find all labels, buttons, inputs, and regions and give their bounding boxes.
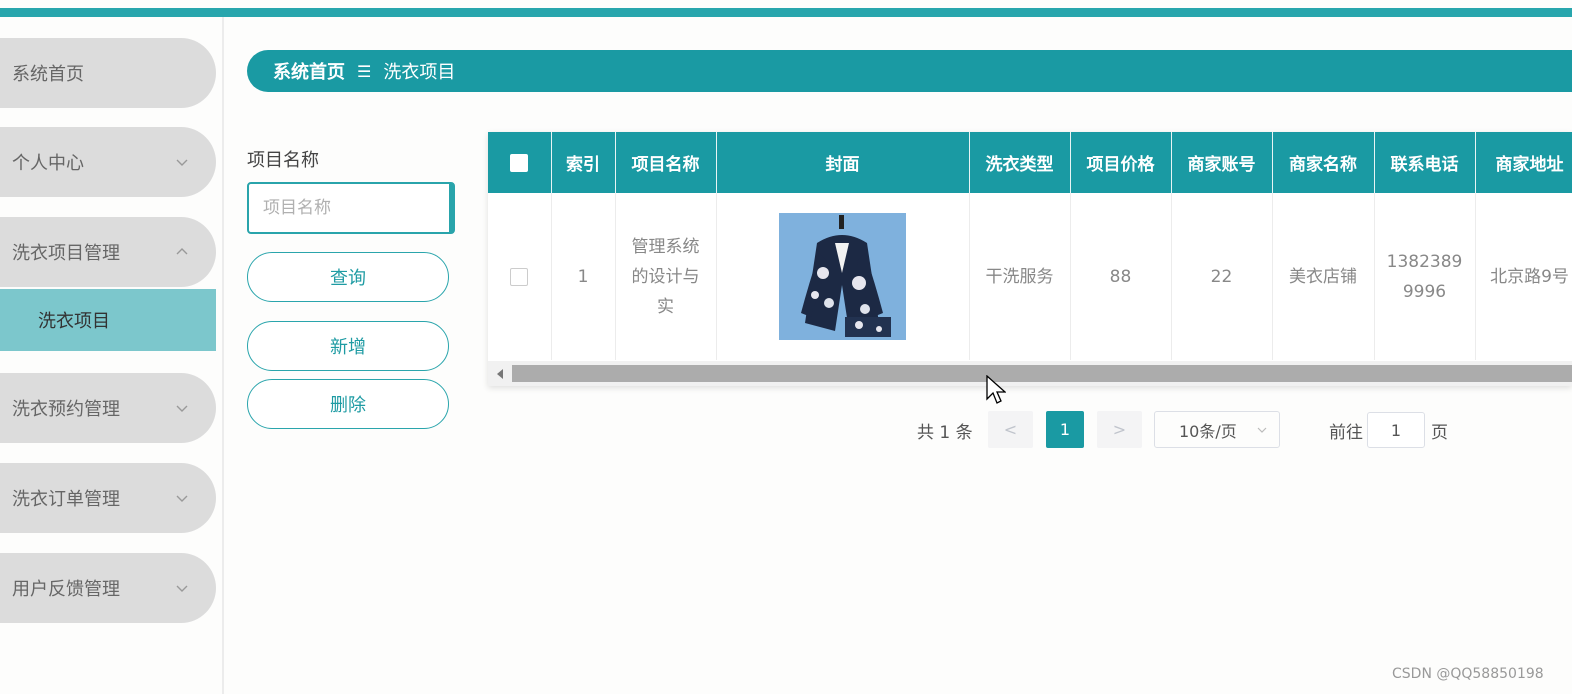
sidebar-item-label: 用户反馈管理 xyxy=(12,579,120,600)
chevron-down-icon xyxy=(1257,427,1267,433)
column-header-index: 索引 xyxy=(551,132,616,193)
suit-cover-image[interactable] xyxy=(779,213,906,340)
chevron-up-icon xyxy=(176,248,188,255)
table-horizontal-scrollbar[interactable] xyxy=(488,361,1572,386)
mouse-cursor-icon xyxy=(986,375,1006,404)
page-size-select[interactable]: 10条/页 xyxy=(1154,411,1280,448)
next-page-button[interactable]: > xyxy=(1097,411,1142,448)
data-table: 索引 项目名称 封面 洗衣类型 项目价格 商家账号 商家名称 联系电话 商家地址… xyxy=(488,132,1572,386)
cell-name: 管理系统的设计与实 xyxy=(615,193,717,360)
row-select-cell[interactable] xyxy=(488,193,552,360)
select-all-cell[interactable] xyxy=(488,132,552,193)
cell-address: 北京路9号 xyxy=(1475,193,1572,360)
cell-cover xyxy=(716,193,970,360)
search-label: 项目名称 xyxy=(247,150,319,171)
chevron-down-icon xyxy=(176,495,188,502)
scroll-left-arrow-icon[interactable] xyxy=(497,369,503,379)
row-checkbox[interactable] xyxy=(510,267,529,286)
cell-phone: 13823899996 xyxy=(1374,193,1476,360)
delete-button[interactable]: 删除 xyxy=(247,379,449,429)
sidebar-subitem-laundry-project[interactable]: 洗衣项目 xyxy=(0,289,216,351)
sidebar-item-user-feedback-management[interactable]: 用户反馈管理 xyxy=(0,553,216,623)
sidebar-item-laundry-order-management[interactable]: 洗衣订单管理 xyxy=(0,463,216,533)
prev-page-button[interactable]: < xyxy=(988,411,1033,448)
sidebar: 系统首页 个人中心 洗衣项目管理 洗衣项目 洗衣预约管理 洗衣订单管理 用户反馈… xyxy=(0,17,224,694)
sidebar-item-label: 个人中心 xyxy=(12,153,84,174)
sidebar-item-label: 系统首页 xyxy=(12,64,84,85)
cell-price: 88 xyxy=(1070,193,1172,360)
chevron-down-icon xyxy=(176,405,188,412)
column-header-name: 项目名称 xyxy=(615,132,717,193)
top-accent-bar xyxy=(0,8,1572,17)
watermark: CSDN @QQ58850198 xyxy=(1392,666,1544,682)
select-all-checkbox[interactable] xyxy=(510,153,529,172)
breadcrumb-separator-icon: ☰ xyxy=(357,61,372,81)
table-row[interactable]: 1 管理系统的设计与实 干洗服务 88 22 美衣店铺 13823899996 … xyxy=(488,193,1572,360)
sidebar-subitem-label: 洗衣项目 xyxy=(38,311,110,332)
sidebar-item-laundry-project-management[interactable]: 洗衣项目管理 xyxy=(0,217,216,287)
column-header-type: 洗衣类型 xyxy=(969,132,1071,193)
sidebar-item-laundry-reservation-management[interactable]: 洗衣预约管理 xyxy=(0,373,216,443)
breadcrumb-current: 洗衣项目 xyxy=(383,62,456,83)
sidebar-item-label: 洗衣项目管理 xyxy=(12,243,120,264)
cell-type: 干洗服务 xyxy=(969,193,1071,360)
chevron-down-icon xyxy=(176,159,188,166)
search-input[interactable] xyxy=(247,182,455,234)
pagination-total: 共 1 条 xyxy=(917,422,973,443)
cell-index: 1 xyxy=(551,193,616,360)
goto-page-input[interactable] xyxy=(1367,412,1425,448)
scrollbar-thumb[interactable] xyxy=(512,365,1572,382)
query-button[interactable]: 查询 xyxy=(247,252,449,302)
table-header-row: 索引 项目名称 封面 洗衣类型 项目价格 商家账号 商家名称 联系电话 商家地址 xyxy=(488,132,1572,193)
page-number-button[interactable]: 1 xyxy=(1046,411,1084,448)
column-header-merchant: 商家名称 xyxy=(1272,132,1375,193)
sidebar-item-label: 洗衣订单管理 xyxy=(12,489,120,510)
breadcrumb: 系统首页 ☰ 洗衣项目 xyxy=(247,50,1572,92)
cell-merchant: 美衣店铺 xyxy=(1272,193,1375,360)
goto-label: 前往 xyxy=(1329,422,1363,443)
page-size-value: 10条/页 xyxy=(1179,421,1237,441)
column-header-cover: 封面 xyxy=(716,132,970,193)
page-suffix-label: 页 xyxy=(1431,422,1448,443)
cell-account: 22 xyxy=(1171,193,1273,360)
sidebar-item-home[interactable]: 系统首页 xyxy=(0,38,216,108)
add-button[interactable]: 新增 xyxy=(247,321,449,371)
column-header-price: 项目价格 xyxy=(1070,132,1172,193)
column-header-account: 商家账号 xyxy=(1171,132,1273,193)
column-header-phone: 联系电话 xyxy=(1374,132,1476,193)
breadcrumb-home[interactable]: 系统首页 xyxy=(273,58,345,84)
sidebar-item-personal-center[interactable]: 个人中心 xyxy=(0,127,216,197)
sidebar-item-label: 洗衣预约管理 xyxy=(12,399,120,420)
chevron-down-icon xyxy=(176,585,188,592)
column-header-address: 商家地址 xyxy=(1475,132,1572,193)
